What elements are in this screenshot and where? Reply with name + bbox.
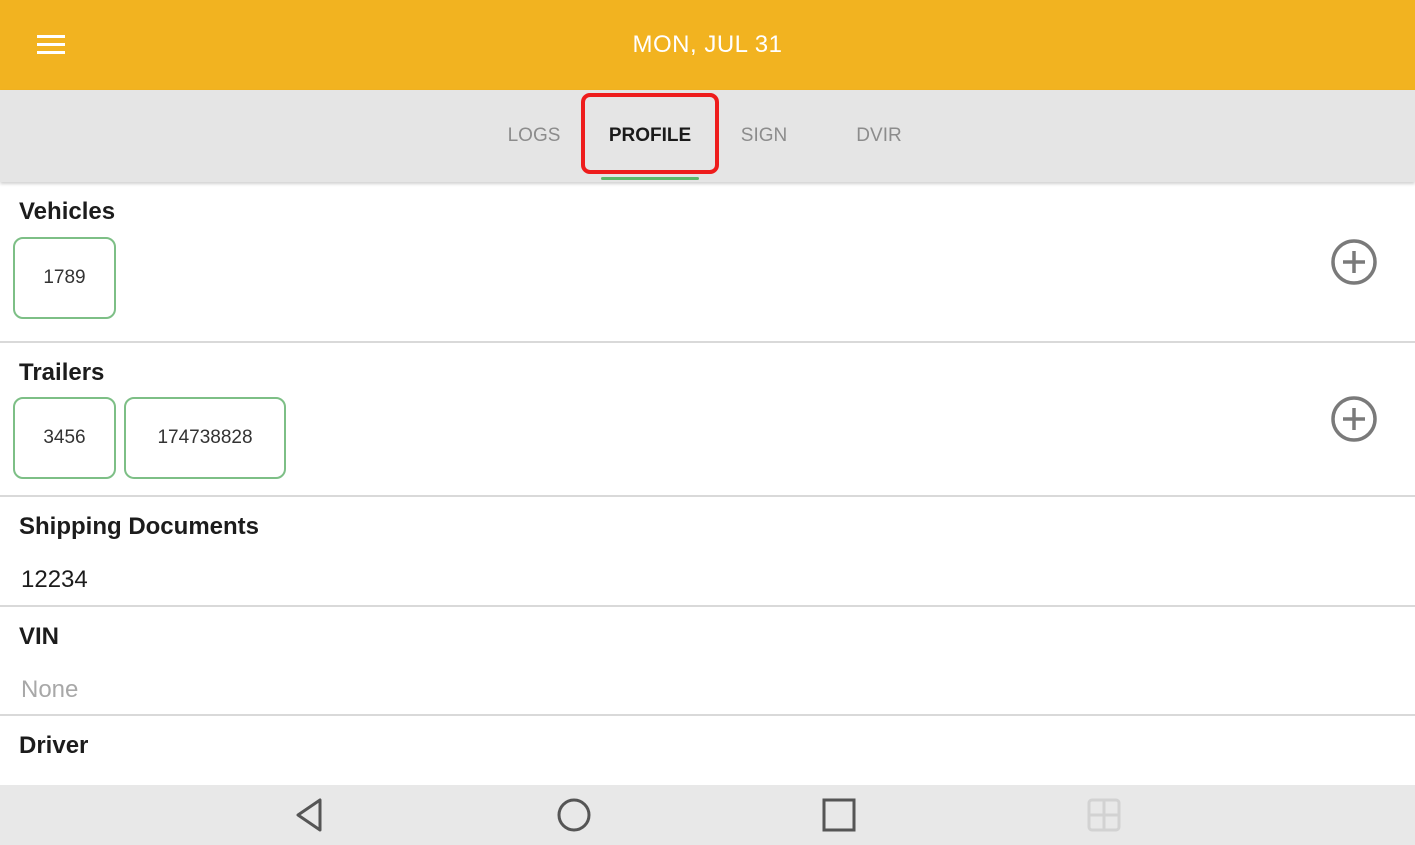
plus-circle-icon[interactable] [1330, 395, 1378, 443]
shipping-documents-value: 12234 [21, 566, 88, 593]
vin-section[interactable]: VIN None [0, 607, 1415, 716]
plus-circle-icon[interactable] [1330, 238, 1378, 286]
nav-back-button[interactable] [287, 793, 331, 837]
trailer-chip[interactable]: 174738828 [124, 397, 286, 479]
trailer-chip[interactable]: 3456 [13, 397, 116, 479]
tab-dvir[interactable]: DVIR [821, 90, 937, 182]
nav-recents-button[interactable] [817, 793, 861, 837]
grid-icon[interactable] [1086, 797, 1122, 833]
nav-grid-button[interactable] [1082, 793, 1126, 837]
shipping-documents-section[interactable]: Shipping Documents 12234 [0, 497, 1415, 607]
square-recents-icon[interactable] [821, 797, 857, 833]
vehicle-chip[interactable]: 1789 [13, 237, 116, 319]
app-bar: MON, JUL 31 [0, 0, 1415, 90]
system-nav-bar [0, 785, 1415, 845]
active-tab-indicator [601, 177, 699, 180]
hamburger-menu-icon[interactable] [37, 33, 65, 55]
trailer-chip-label: 174738828 [157, 427, 253, 448]
tab-logs[interactable]: LOGS [476, 90, 592, 182]
driver-section[interactable]: Driver [0, 716, 1415, 785]
driver-title: Driver [19, 732, 89, 759]
shipping-documents-title: Shipping Documents [19, 513, 259, 540]
circle-home-icon[interactable] [556, 797, 592, 833]
triangle-back-icon[interactable] [293, 797, 325, 833]
trailer-chip-label: 3456 [43, 427, 86, 448]
vehicles-section: Vehicles 1789 [0, 182, 1415, 343]
tab-dvir-label: DVIR [856, 125, 902, 146]
vehicles-title: Vehicles [19, 198, 116, 225]
vehicle-chip-label: 1789 [43, 267, 86, 288]
vin-title: VIN [19, 623, 60, 650]
tab-sign[interactable]: SIGN [706, 90, 822, 182]
vin-value: None [21, 676, 79, 703]
date-title: MON, JUL 31 [632, 31, 783, 58]
add-trailer-button[interactable] [1330, 395, 1378, 443]
tab-profile-label: PROFILE [608, 125, 692, 146]
tab-logs-label: LOGS [507, 125, 561, 146]
nav-home-button[interactable] [552, 793, 596, 837]
tab-sign-label: SIGN [740, 125, 788, 146]
trailers-title: Trailers [19, 359, 105, 386]
menu-button[interactable] [30, 27, 72, 61]
add-vehicle-button[interactable] [1330, 238, 1378, 286]
tab-profile[interactable]: PROFILE [592, 90, 708, 182]
trailers-section: Trailers 3456 174738828 [0, 343, 1415, 497]
tab-bar: LOGS PROFILE SIGN DVIR [0, 90, 1415, 182]
